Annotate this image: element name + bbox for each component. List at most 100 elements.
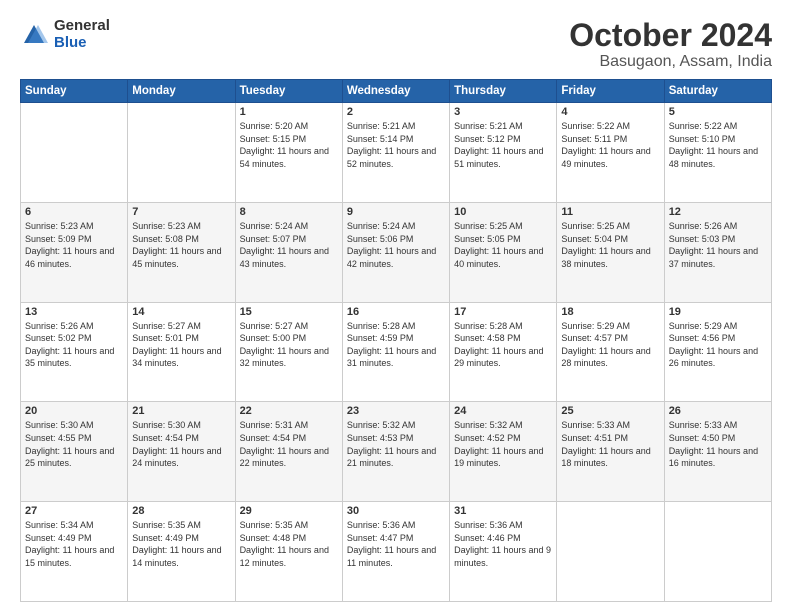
day-info: Sunrise: 5:24 AM Sunset: 5:06 PM Dayligh… bbox=[347, 220, 445, 270]
calendar-cell bbox=[557, 502, 664, 602]
weekday-header-friday: Friday bbox=[557, 80, 664, 103]
day-number: 31 bbox=[454, 505, 552, 517]
day-info: Sunrise: 5:36 AM Sunset: 4:46 PM Dayligh… bbox=[454, 519, 552, 569]
weekday-header-saturday: Saturday bbox=[664, 80, 771, 103]
calendar-cell: 20 Sunrise: 5:30 AM Sunset: 4:55 PM Dayli… bbox=[21, 402, 128, 502]
calendar-cell: 16Sunrise: 5:28 AM Sunset: 4:59 PM Dayli… bbox=[342, 302, 449, 402]
calendar-cell: 21 Sunrise: 5:30 AM Sunset: 4:54 PM Dayli… bbox=[128, 402, 235, 502]
day-number: 19 bbox=[669, 306, 767, 318]
weekday-header-tuesday: Tuesday bbox=[235, 80, 342, 103]
calendar-cell: 1Sunrise: 5:20 AM Sunset: 5:15 PM Daylig… bbox=[235, 103, 342, 203]
day-info: Sunrise: 5:35 AM Sunset: 4:48 PM Dayligh… bbox=[240, 519, 338, 569]
day-number: 7 bbox=[132, 206, 230, 218]
weekday-header-sunday: Sunday bbox=[21, 80, 128, 103]
calendar-cell: 26 Sunrise: 5:33 AM Sunset: 4:50 PM Dayli… bbox=[664, 402, 771, 502]
calendar-cell: 13 Sunrise: 5:26 AM Sunset: 5:02 PM Dayli… bbox=[21, 302, 128, 402]
day-info: Sunrise: 5:23 AM Sunset: 5:08 PM Dayligh… bbox=[132, 220, 230, 270]
day-info: Sunrise: 5:32 AM Sunset: 4:52 PM Dayligh… bbox=[454, 419, 552, 469]
day-info: Sunrise: 5:33 AM Sunset: 4:51 PM Dayligh… bbox=[561, 419, 659, 469]
calendar-cell: 7 Sunrise: 5:23 AM Sunset: 5:08 PM Daylig… bbox=[128, 202, 235, 302]
day-number: 9 bbox=[347, 206, 445, 218]
calendar-cell: 29 Sunrise: 5:35 AM Sunset: 4:48 PM Dayli… bbox=[235, 502, 342, 602]
week-row-1: 1Sunrise: 5:20 AM Sunset: 5:15 PM Daylig… bbox=[21, 103, 772, 203]
calendar-cell: 17 Sunrise: 5:28 AM Sunset: 4:58 PM Dayli… bbox=[450, 302, 557, 402]
calendar-table: SundayMondayTuesdayWednesdayThursdayFrid… bbox=[20, 79, 772, 602]
logo-icon bbox=[20, 21, 48, 49]
day-info: Sunrise: 5:30 AM Sunset: 4:55 PM Dayligh… bbox=[25, 419, 123, 469]
week-row-3: 13 Sunrise: 5:26 AM Sunset: 5:02 PM Dayli… bbox=[21, 302, 772, 402]
day-info: Sunrise: 5:28 AM Sunset: 4:59 PM Dayligh… bbox=[347, 320, 445, 370]
day-info: Sunrise: 5:30 AM Sunset: 4:54 PM Dayligh… bbox=[132, 419, 230, 469]
calendar-cell: 25 Sunrise: 5:33 AM Sunset: 4:51 PM Dayli… bbox=[557, 402, 664, 502]
week-row-2: 6Sunrise: 5:23 AM Sunset: 5:09 PM Daylig… bbox=[21, 202, 772, 302]
day-number: 22 bbox=[240, 405, 338, 417]
day-number: 26 bbox=[669, 405, 767, 417]
logo-blue-text: Blue bbox=[54, 35, 110, 52]
week-row-4: 20 Sunrise: 5:30 AM Sunset: 4:55 PM Dayli… bbox=[21, 402, 772, 502]
calendar-cell: 19 Sunrise: 5:29 AM Sunset: 4:56 PM Dayli… bbox=[664, 302, 771, 402]
calendar-cell: 14 Sunrise: 5:27 AM Sunset: 5:01 PM Dayli… bbox=[128, 302, 235, 402]
day-info: Sunrise: 5:22 AM Sunset: 5:11 PM Dayligh… bbox=[561, 120, 659, 170]
day-number: 30 bbox=[347, 505, 445, 517]
day-number: 8 bbox=[240, 206, 338, 218]
calendar-cell: 12Sunrise: 5:26 AM Sunset: 5:03 PM Dayli… bbox=[664, 202, 771, 302]
weekday-header-wednesday: Wednesday bbox=[342, 80, 449, 103]
calendar-cell: 10Sunrise: 5:25 AM Sunset: 5:05 PM Dayli… bbox=[450, 202, 557, 302]
day-info: Sunrise: 5:29 AM Sunset: 4:57 PM Dayligh… bbox=[561, 320, 659, 370]
day-info: Sunrise: 5:34 AM Sunset: 4:49 PM Dayligh… bbox=[25, 519, 123, 569]
weekday-header-thursday: Thursday bbox=[450, 80, 557, 103]
day-number: 15 bbox=[240, 306, 338, 318]
calendar-cell: 5 Sunrise: 5:22 AM Sunset: 5:10 PM Daylig… bbox=[664, 103, 771, 203]
day-info: Sunrise: 5:24 AM Sunset: 5:07 PM Dayligh… bbox=[240, 220, 338, 270]
day-number: 27 bbox=[25, 505, 123, 517]
day-number: 29 bbox=[240, 505, 338, 517]
calendar-cell: 28Sunrise: 5:35 AM Sunset: 4:49 PM Dayli… bbox=[128, 502, 235, 602]
calendar-cell: 22 Sunrise: 5:31 AM Sunset: 4:54 PM Dayli… bbox=[235, 402, 342, 502]
calendar-cell: 15 Sunrise: 5:27 AM Sunset: 5:00 PM Dayli… bbox=[235, 302, 342, 402]
calendar-cell: 4 Sunrise: 5:22 AM Sunset: 5:11 PM Daylig… bbox=[557, 103, 664, 203]
day-info: Sunrise: 5:21 AM Sunset: 5:14 PM Dayligh… bbox=[347, 120, 445, 170]
calendar-cell: 24Sunrise: 5:32 AM Sunset: 4:52 PM Dayli… bbox=[450, 402, 557, 502]
logo-text: General Blue bbox=[54, 18, 110, 51]
day-number: 20 bbox=[25, 405, 123, 417]
calendar-cell bbox=[21, 103, 128, 203]
day-info: Sunrise: 5:35 AM Sunset: 4:49 PM Dayligh… bbox=[132, 519, 230, 569]
calendar-cell bbox=[128, 103, 235, 203]
day-number: 14 bbox=[132, 306, 230, 318]
day-info: Sunrise: 5:29 AM Sunset: 4:56 PM Dayligh… bbox=[669, 320, 767, 370]
day-info: Sunrise: 5:28 AM Sunset: 4:58 PM Dayligh… bbox=[454, 320, 552, 370]
day-number: 12 bbox=[669, 206, 767, 218]
day-info: Sunrise: 5:21 AM Sunset: 5:12 PM Dayligh… bbox=[454, 120, 552, 170]
calendar-cell: 6Sunrise: 5:23 AM Sunset: 5:09 PM Daylig… bbox=[21, 202, 128, 302]
calendar-cell: 11Sunrise: 5:25 AM Sunset: 5:04 PM Dayli… bbox=[557, 202, 664, 302]
day-number: 4 bbox=[561, 106, 659, 118]
day-info: Sunrise: 5:23 AM Sunset: 5:09 PM Dayligh… bbox=[25, 220, 123, 270]
calendar-cell bbox=[664, 502, 771, 602]
calendar-cell: 9 Sunrise: 5:24 AM Sunset: 5:06 PM Daylig… bbox=[342, 202, 449, 302]
calendar-cell: 23Sunrise: 5:32 AM Sunset: 4:53 PM Dayli… bbox=[342, 402, 449, 502]
day-number: 3 bbox=[454, 106, 552, 118]
logo-general-text: General bbox=[54, 18, 110, 35]
day-info: Sunrise: 5:27 AM Sunset: 5:00 PM Dayligh… bbox=[240, 320, 338, 370]
day-info: Sunrise: 5:26 AM Sunset: 5:02 PM Dayligh… bbox=[25, 320, 123, 370]
day-number: 13 bbox=[25, 306, 123, 318]
week-row-5: 27 Sunrise: 5:34 AM Sunset: 4:49 PM Dayli… bbox=[21, 502, 772, 602]
calendar-cell: 31 Sunrise: 5:36 AM Sunset: 4:46 PM Dayli… bbox=[450, 502, 557, 602]
day-info: Sunrise: 5:25 AM Sunset: 5:05 PM Dayligh… bbox=[454, 220, 552, 270]
calendar-cell: 27 Sunrise: 5:34 AM Sunset: 4:49 PM Dayli… bbox=[21, 502, 128, 602]
day-info: Sunrise: 5:31 AM Sunset: 4:54 PM Dayligh… bbox=[240, 419, 338, 469]
calendar-cell: 3 Sunrise: 5:21 AM Sunset: 5:12 PM Daylig… bbox=[450, 103, 557, 203]
calendar-cell: 2Sunrise: 5:21 AM Sunset: 5:14 PM Daylig… bbox=[342, 103, 449, 203]
day-number: 1 bbox=[240, 106, 338, 118]
day-number: 21 bbox=[132, 405, 230, 417]
day-number: 5 bbox=[669, 106, 767, 118]
day-number: 17 bbox=[454, 306, 552, 318]
day-number: 25 bbox=[561, 405, 659, 417]
day-info: Sunrise: 5:25 AM Sunset: 5:04 PM Dayligh… bbox=[561, 220, 659, 270]
day-info: Sunrise: 5:27 AM Sunset: 5:01 PM Dayligh… bbox=[132, 320, 230, 370]
logo: General Blue bbox=[20, 18, 110, 51]
day-number: 23 bbox=[347, 405, 445, 417]
day-info: Sunrise: 5:22 AM Sunset: 5:10 PM Dayligh… bbox=[669, 120, 767, 170]
day-info: Sunrise: 5:33 AM Sunset: 4:50 PM Dayligh… bbox=[669, 419, 767, 469]
day-number: 18 bbox=[561, 306, 659, 318]
